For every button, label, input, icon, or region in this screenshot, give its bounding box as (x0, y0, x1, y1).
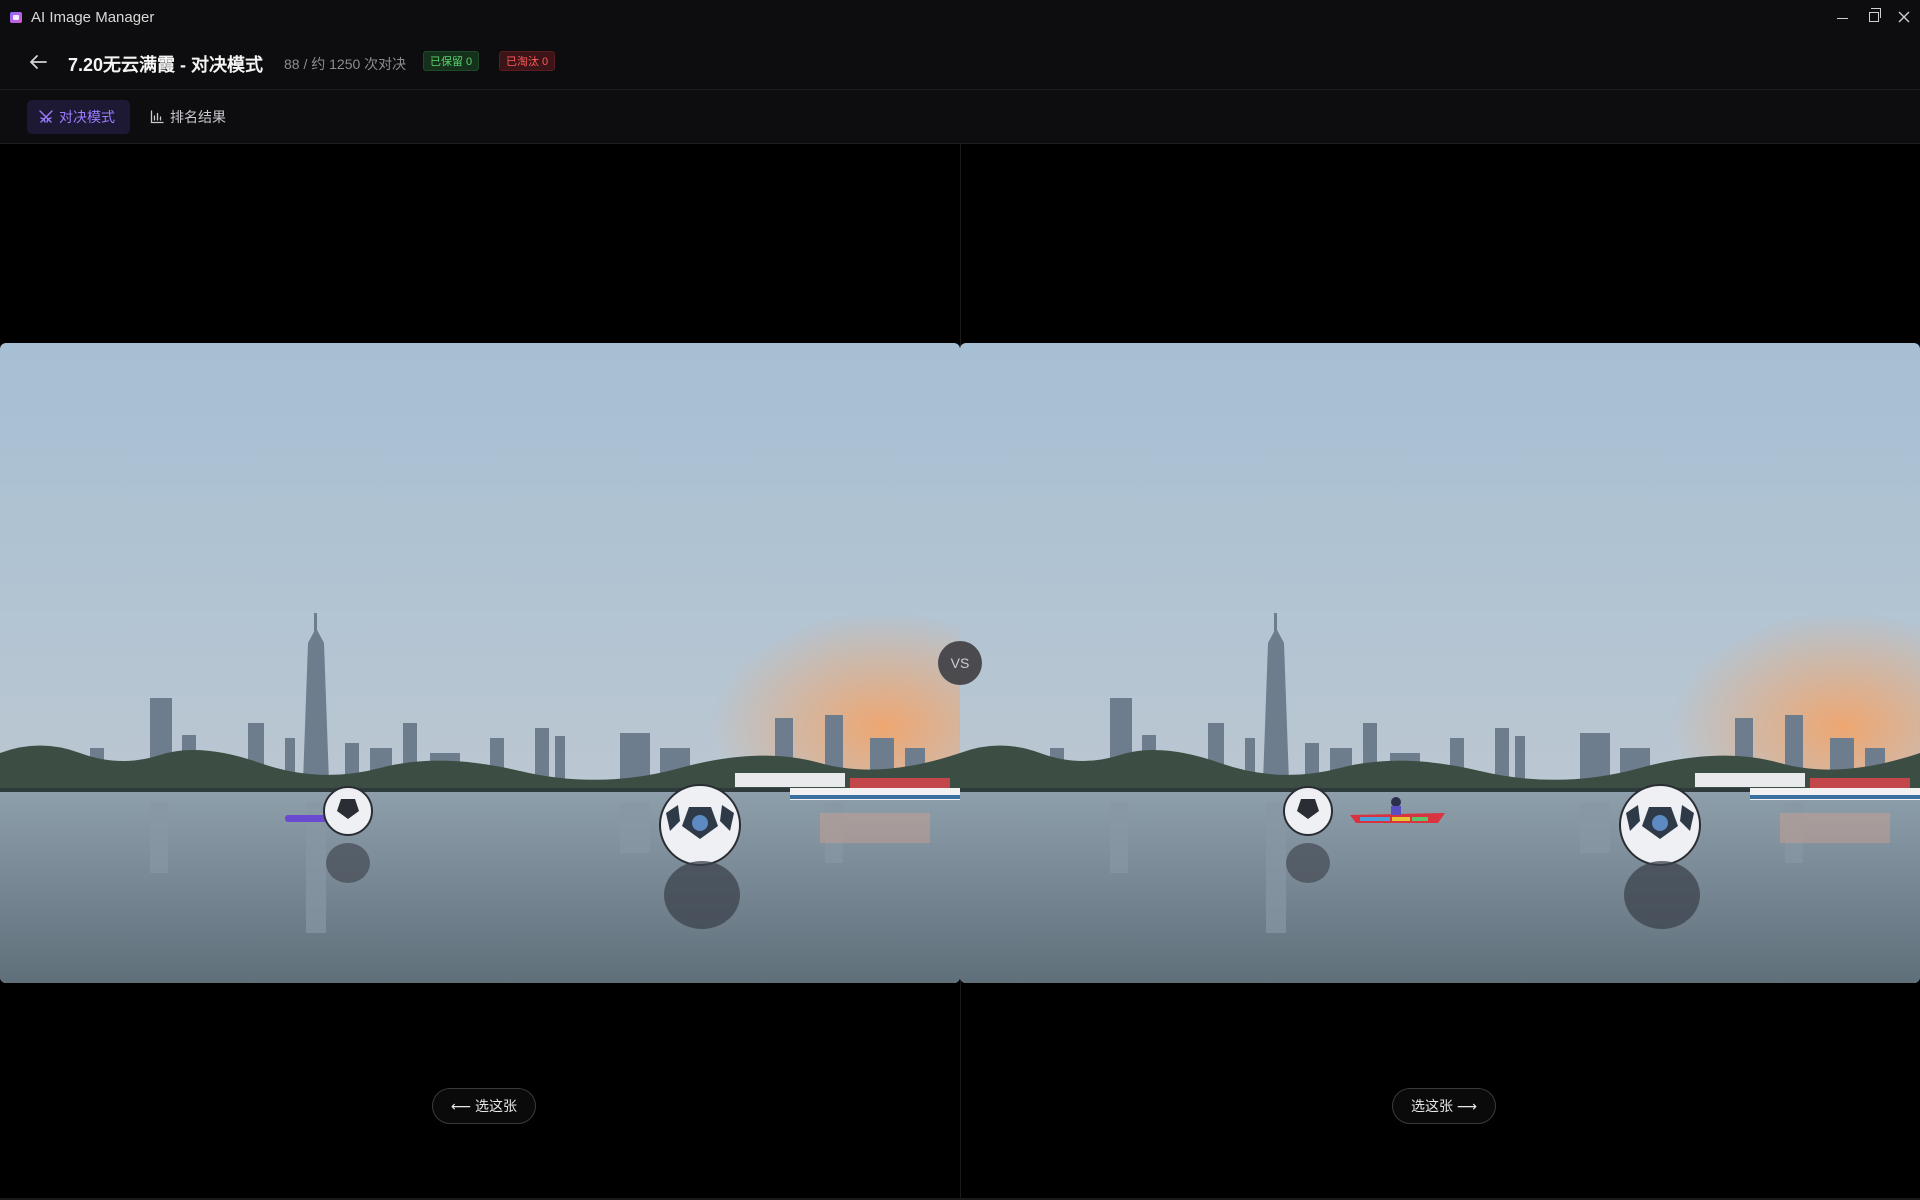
right-ball-large (1619, 784, 1701, 866)
right-ball-small (1283, 786, 1333, 836)
left-ball-large (659, 784, 741, 866)
close-button[interactable] (1888, 0, 1920, 34)
pick-left-button[interactable]: ⟵ 选这张 (432, 1088, 536, 1124)
close-icon (1898, 11, 1910, 23)
page-title: 7.20无云满霞 - 对决模式 (68, 55, 264, 75)
duel-progress: 88 / 约 1250 次对决 (284, 56, 407, 72)
left-photo-image (0, 343, 960, 983)
duel-stage: VS ⟵ 选这张 选这张 ⟶ (0, 144, 1920, 1200)
right-photo[interactable] (960, 343, 1920, 983)
pick-right-button[interactable]: 选这张 ⟶ (1392, 1088, 1496, 1124)
app-title: AI Image Manager (31, 9, 155, 26)
minimize-icon (1836, 17, 1848, 19)
tab-ranking-label: 排名结果 (170, 109, 226, 125)
maximize-button[interactable] (1858, 0, 1890, 34)
page-header: 7.20无云满霞 - 对决模式 88 / 约 1250 次对决 已保留 0 已淘… (0, 34, 1920, 90)
kept-count-badge: 已保留 0 (423, 51, 480, 71)
bar-chart-icon (150, 110, 164, 124)
vs-badge: VS (938, 641, 982, 685)
left-photo[interactable] (0, 343, 960, 983)
tab-duel-label: 对决模式 (59, 109, 115, 125)
eliminated-count-badge: 已淘汰 0 (499, 51, 556, 71)
tab-ranking-results[interactable]: 排名结果 (138, 100, 238, 134)
arrow-left-icon (30, 55, 47, 69)
app-logo-icon (10, 12, 22, 23)
left-ball-small (323, 786, 373, 836)
right-photo-image (960, 343, 1920, 983)
mode-tabs: 对决模式 排名结果 (0, 90, 1920, 144)
title-bar: AI Image Manager (0, 0, 1920, 34)
maximize-icon (1869, 8, 1881, 22)
swords-icon (39, 110, 53, 123)
tab-duel-mode[interactable]: 对决模式 (27, 100, 130, 134)
minimize-button[interactable] (1826, 0, 1858, 34)
back-button[interactable] (26, 50, 50, 74)
